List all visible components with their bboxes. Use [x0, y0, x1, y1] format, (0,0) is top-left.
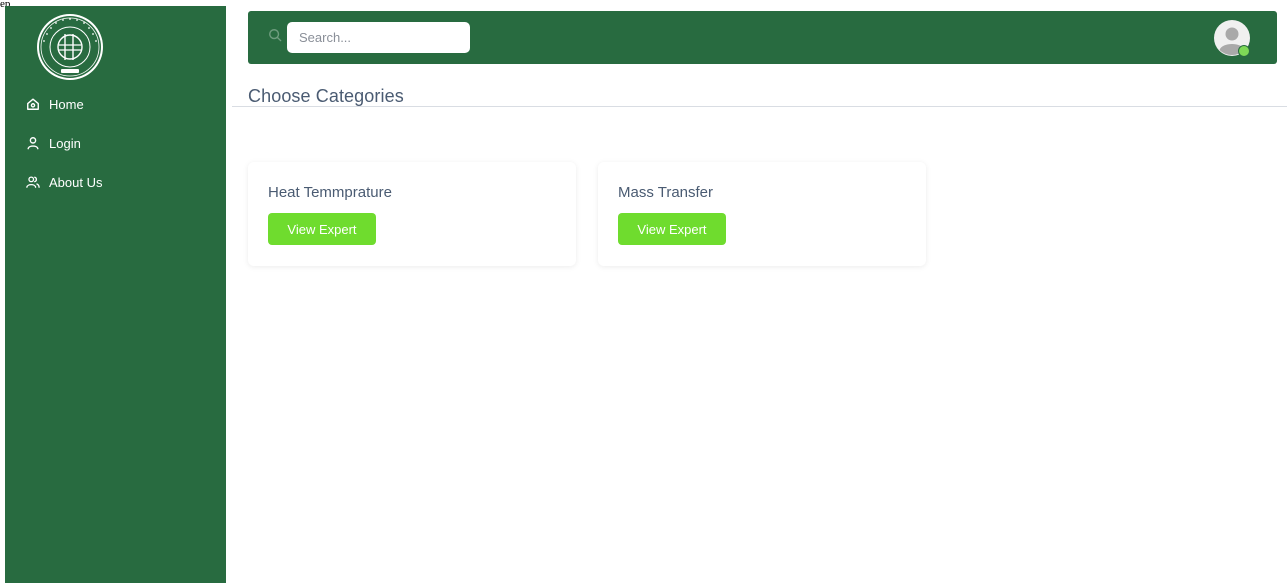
search-input[interactable]: [287, 22, 470, 53]
sidebar-nav: Home Login About Us: [26, 94, 102, 192]
sidebar-item-label: Login: [49, 135, 81, 151]
sidebar-item-about-us[interactable]: About Us: [26, 172, 102, 192]
category-card-mass-transfer: Mass Transfer View Expert: [598, 162, 926, 266]
search-icon: [269, 29, 282, 42]
title-divider: [232, 106, 1287, 107]
view-expert-button[interactable]: View Expert: [618, 213, 726, 245]
category-card-title: Mass Transfer: [618, 184, 714, 201]
sidebar: Home Login About Us: [5, 6, 226, 583]
sidebar-item-label: About Us: [49, 174, 103, 190]
home-icon: [27, 98, 39, 110]
category-card-heat-temmprature: Heat Temmprature View Expert: [248, 162, 576, 266]
user-icon: [27, 137, 39, 150]
institute-logo: [37, 14, 103, 80]
sidebar-item-login[interactable]: Login: [26, 133, 102, 153]
view-expert-button[interactable]: View Expert: [268, 213, 376, 245]
online-status-dot: [1238, 45, 1250, 57]
users-icon: [26, 176, 40, 188]
category-card-title: Heat Temmprature: [268, 184, 392, 201]
sidebar-item-home[interactable]: Home: [26, 94, 102, 114]
page-title: Choose Categories: [248, 86, 404, 106]
sidebar-item-label: Home: [49, 96, 84, 112]
top-bar: [248, 11, 1277, 64]
